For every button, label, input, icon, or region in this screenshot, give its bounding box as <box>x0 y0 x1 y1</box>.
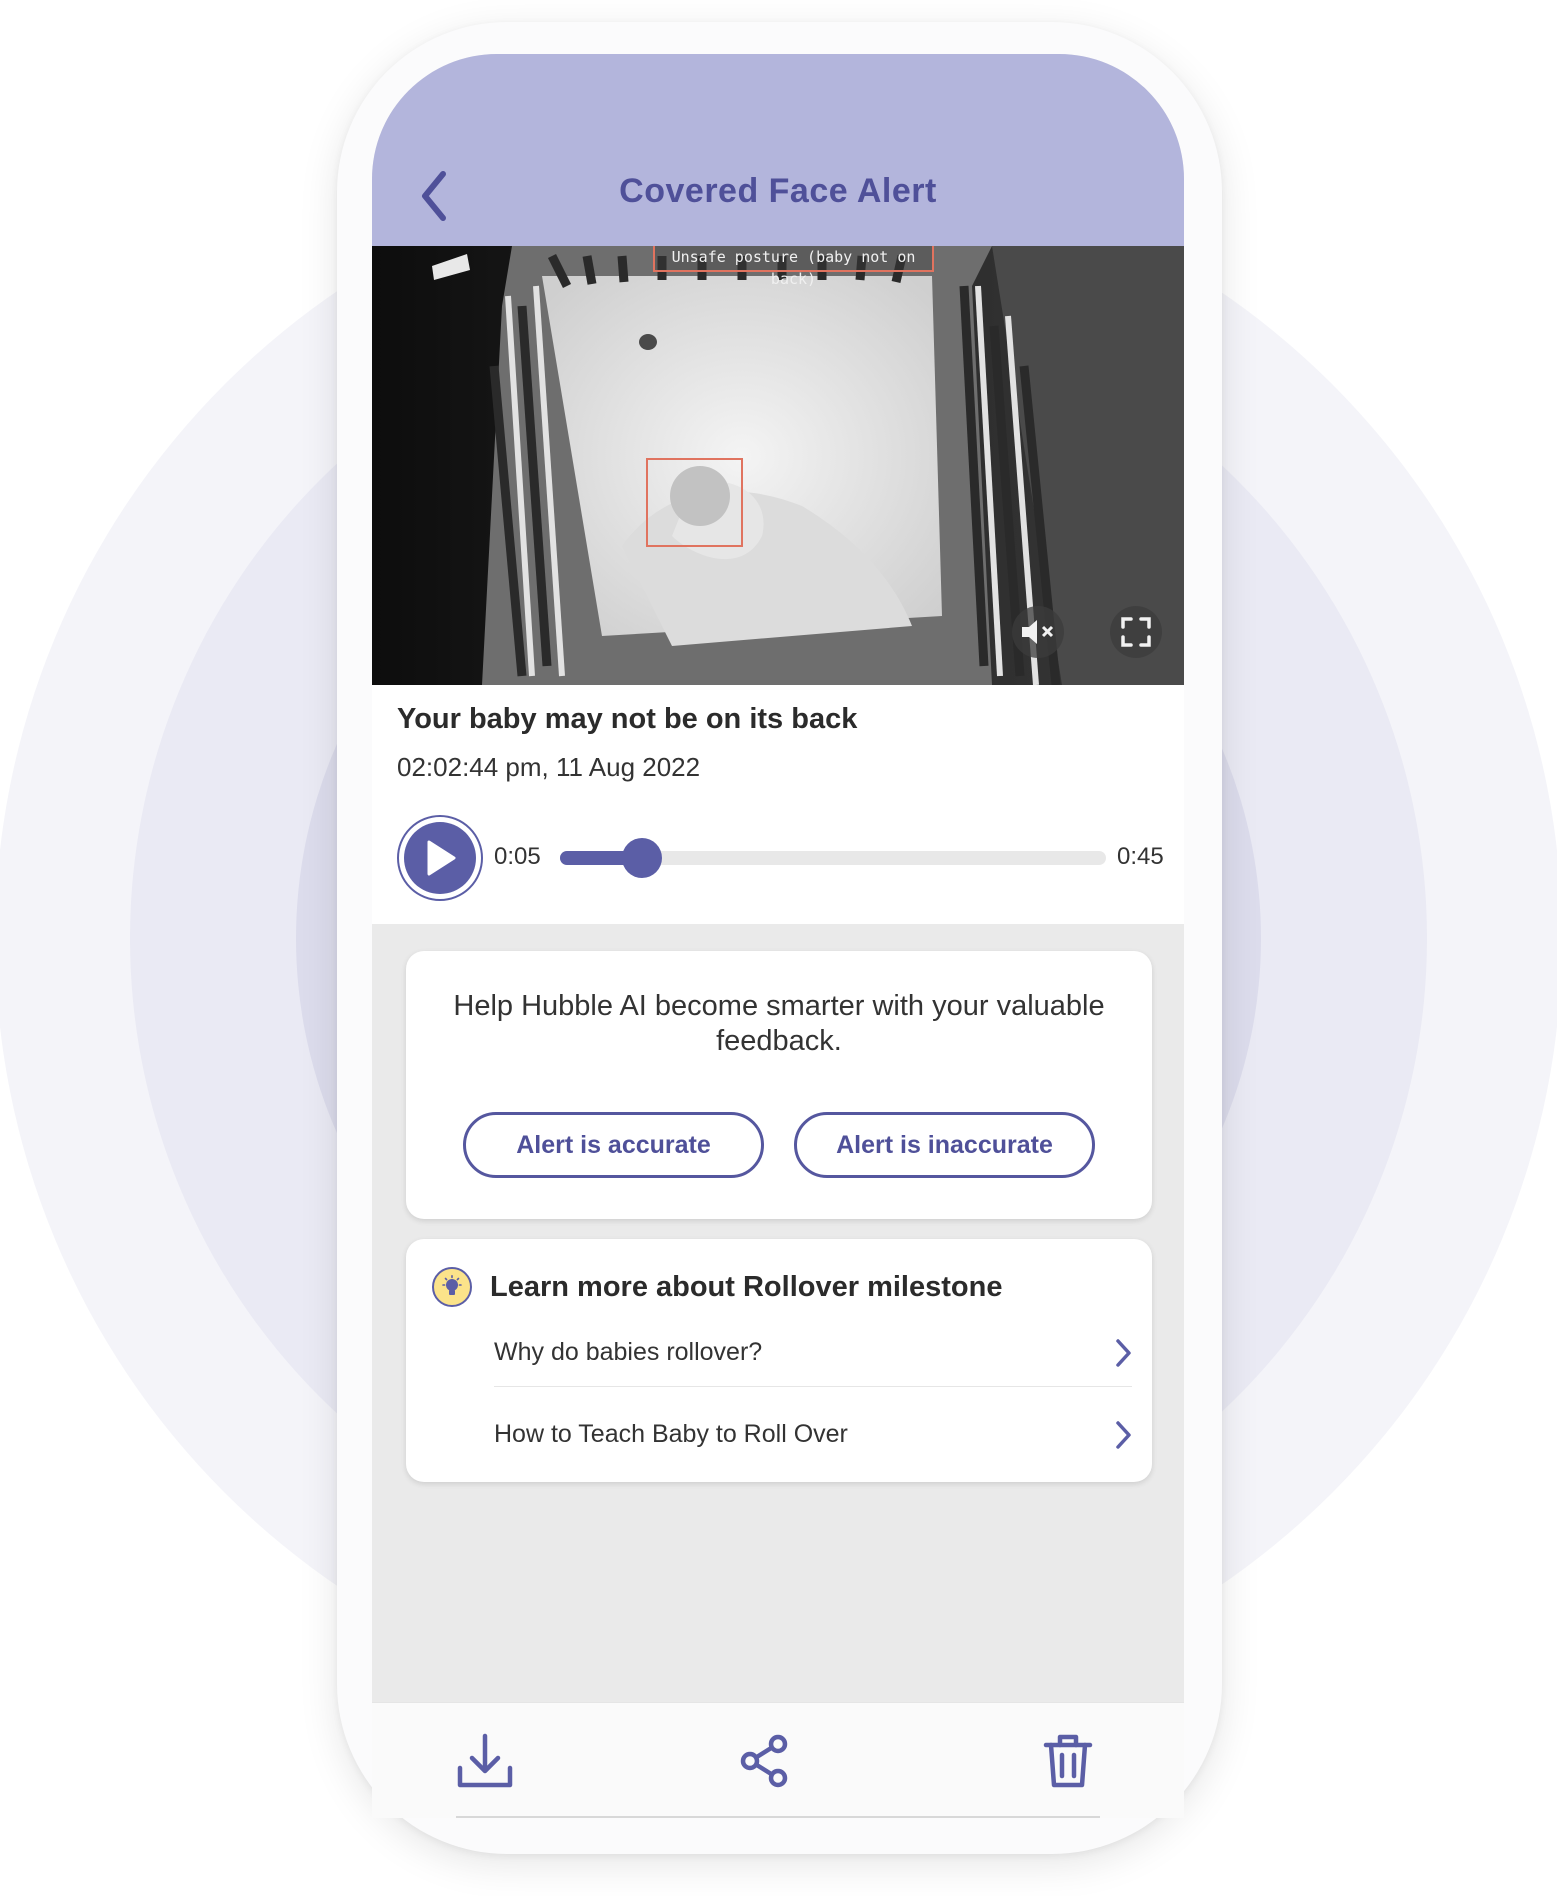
learn-link-label: How to Teach Baby to Roll Over <box>494 1420 848 1448</box>
alert-inaccurate-button[interactable]: Alert is inaccurate <box>794 1112 1095 1178</box>
download-icon <box>457 1733 513 1788</box>
bottom-toolbar <box>372 1702 1184 1818</box>
event-info-panel: Your baby may not be on its back 02:02:4… <box>372 685 1184 924</box>
page-title: Covered Face Alert <box>619 172 937 210</box>
download-button[interactable] <box>455 1731 515 1791</box>
app-header: Covered Face Alert <box>372 54 1184 246</box>
learn-link-why-rollover[interactable]: Why do babies rollover? <box>494 1324 1132 1387</box>
feedback-card: Help Hubble AI become smarter with your … <box>406 951 1152 1219</box>
trash-icon <box>1043 1734 1093 1788</box>
learn-more-card: Learn more about Rollover milestone Why … <box>406 1239 1152 1482</box>
event-headline: Your baby may not be on its back <box>397 703 858 735</box>
feedback-prompt: Help Hubble AI become smarter with your … <box>453 990 1105 1057</box>
face-detection-box <box>646 458 743 547</box>
play-button[interactable] <box>397 815 483 901</box>
event-timestamp: 02:02:44 pm, 11 Aug 2022 <box>397 752 701 782</box>
current-time: 0:05 <box>494 843 541 870</box>
play-icon <box>427 840 456 876</box>
alert-accurate-button[interactable]: Alert is accurate <box>463 1112 764 1178</box>
share-icon <box>740 1734 788 1788</box>
home-indicator <box>456 1816 1100 1818</box>
learn-more-title: Learn more about Rollover milestone <box>490 1271 1003 1303</box>
delete-button[interactable] <box>1038 1731 1098 1791</box>
share-button[interactable] <box>735 1731 795 1791</box>
mute-button[interactable] <box>1012 606 1064 658</box>
fullscreen-button[interactable] <box>1110 606 1162 658</box>
app-screen: Covered Face Alert Unsafe posture (baby … <box>372 54 1184 1818</box>
chevron-right-icon <box>1116 1421 1131 1449</box>
lightbulb-icon <box>432 1267 472 1307</box>
posture-detection-label: Unsafe posture (baby not on back) <box>653 246 934 288</box>
crib-camera-frame <box>372 246 1184 685</box>
seek-bar[interactable] <box>560 838 1106 878</box>
chevron-right-icon <box>1116 1339 1131 1367</box>
total-time: 0:45 <box>1117 843 1164 870</box>
fullscreen-icon <box>1121 617 1151 647</box>
play-button-fill <box>404 822 476 894</box>
seek-bar-thumb[interactable] <box>621 838 662 878</box>
speaker-muted-icon <box>1022 620 1054 644</box>
video-player[interactable]: Unsafe posture (baby not on back) <box>372 246 1184 685</box>
learn-link-teach-rollover[interactable]: How to Teach Baby to Roll Over <box>494 1406 1132 1468</box>
learn-link-label: Why do babies rollover? <box>494 1338 763 1366</box>
